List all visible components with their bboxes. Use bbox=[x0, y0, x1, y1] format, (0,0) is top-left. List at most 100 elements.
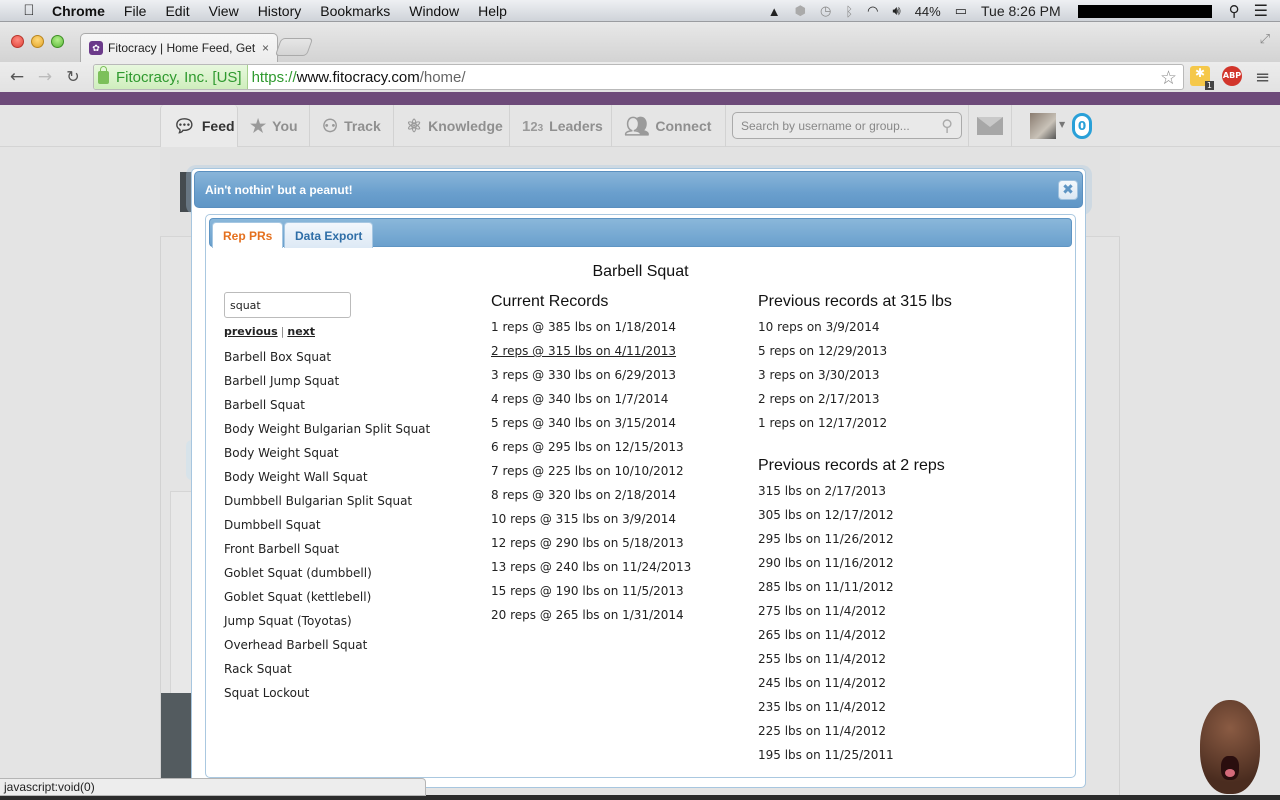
current-record-row[interactable]: 20 reps @ 265 lbs on 1/31/2014 bbox=[491, 603, 691, 627]
current-record-row[interactable]: 1 reps @ 385 lbs on 1/18/2014 bbox=[491, 315, 691, 339]
back-arrow-icon[interactable]: ← bbox=[7, 67, 27, 87]
dialog-body: Rep PRs Data Export Barbell Squat previo… bbox=[205, 214, 1076, 778]
battery-icon[interactable]: ▭ bbox=[955, 3, 967, 19]
exercise-list-item[interactable]: Goblet Squat (dumbbell) bbox=[224, 561, 430, 585]
bluetooth-icon[interactable]: ᛒ bbox=[845, 4, 853, 19]
spotlight-icon[interactable]: ⚲ bbox=[1229, 2, 1240, 20]
lock-icon bbox=[98, 65, 109, 84]
search-placeholder: Search by username or group... bbox=[741, 118, 910, 133]
fullscreen-icon[interactable]: ⤢ bbox=[1260, 32, 1270, 47]
next-link[interactable]: next bbox=[287, 325, 315, 338]
current-record-row[interactable]: 5 reps @ 340 lbs on 3/15/2014 bbox=[491, 411, 691, 435]
apple-menu-icon[interactable]:  bbox=[20, 2, 38, 19]
exercise-list-item[interactable]: Jump Squat (Toyotas) bbox=[224, 609, 430, 633]
extension-badge-count: 1 bbox=[1204, 81, 1214, 90]
dialog-titlebar[interactable]: Ain't nothin' but a peanut! ✖ bbox=[194, 171, 1083, 208]
current-record-row[interactable]: 12 reps @ 290 lbs on 5/18/2013 bbox=[491, 531, 691, 555]
exercise-list-item[interactable]: Rack Squat bbox=[224, 657, 430, 681]
exercise-search-input[interactable] bbox=[224, 292, 351, 318]
exercise-list-item[interactable]: Barbell Box Squat bbox=[224, 345, 430, 369]
google-drive-icon[interactable]: ▲ bbox=[768, 4, 781, 19]
tab-rep-prs[interactable]: Rep PRs bbox=[212, 222, 284, 248]
clock[interactable]: Tue 8:26 PM bbox=[981, 3, 1061, 19]
exercise-list-item[interactable]: Goblet Squat (kettlebell) bbox=[224, 585, 430, 609]
notification-count-badge[interactable]: 0 bbox=[1072, 113, 1092, 139]
exercise-list-item[interactable]: Body Weight Wall Squat bbox=[224, 465, 430, 489]
nav-you[interactable]: ★ You bbox=[238, 105, 310, 147]
exercise-list-item[interactable]: Front Barbell Squat bbox=[224, 537, 430, 561]
menu-help[interactable]: Help bbox=[478, 3, 507, 19]
messages-button[interactable] bbox=[968, 105, 1012, 147]
forward-arrow-icon[interactable]: → bbox=[35, 67, 55, 87]
menu-window[interactable]: Window bbox=[409, 3, 459, 19]
exercise-list-item[interactable]: Dumbbell Squat bbox=[224, 513, 430, 537]
menu-history[interactable]: History bbox=[258, 3, 302, 19]
ev-certificate-badge[interactable]: Fitocracy, Inc. [US] bbox=[94, 65, 248, 89]
window-minimize-button[interactable] bbox=[31, 35, 44, 48]
app-status-icon[interactable]: ⬢ bbox=[795, 3, 806, 19]
browser-tabstrip: ✿ Fitocracy | Home Feed, Get × ⤢ bbox=[0, 22, 1280, 62]
search-icon[interactable]: ⚲ bbox=[941, 116, 953, 136]
exercise-list-item[interactable]: Overhead Barbell Squat bbox=[224, 633, 430, 657]
chrome-menu-icon[interactable]: ≡ bbox=[1255, 67, 1270, 88]
exercise-list-item[interactable]: Dumbbell Bulgarian Split Squat bbox=[224, 489, 430, 513]
dialog-title: Ain't nothin' but a peanut! bbox=[205, 182, 353, 197]
nav-connect[interactable]: 👥︎ Connect bbox=[612, 105, 726, 147]
menu-app-chrome[interactable]: Chrome bbox=[52, 3, 105, 19]
previous-reps-record-row: 275 lbs on 11/4/2012 bbox=[758, 604, 887, 618]
extension-notes-icon[interactable]: ✱ 1 bbox=[1190, 66, 1214, 90]
current-record-row[interactable]: 2 reps @ 315 lbs on 4/11/2013 bbox=[491, 339, 691, 363]
adblock-plus-icon[interactable]: ABP bbox=[1222, 66, 1242, 86]
exercise-list-item[interactable]: Squat Lockout bbox=[224, 681, 430, 705]
ev-certificate-label: Fitocracy, Inc. [US] bbox=[116, 68, 242, 86]
user-group-search-input[interactable]: Search by username or group... ⚲ bbox=[732, 112, 962, 139]
current-record-row[interactable]: 10 reps @ 315 lbs on 3/9/2014 bbox=[491, 507, 691, 531]
tab-close-icon[interactable]: × bbox=[262, 41, 269, 55]
current-record-row[interactable]: 4 reps @ 340 lbs on 1/7/2014 bbox=[491, 387, 691, 411]
bookmark-star-icon[interactable]: ☆ bbox=[1160, 67, 1177, 90]
exercise-list-item[interactable]: Barbell Squat bbox=[224, 393, 430, 417]
previous-at-reps-heading: Previous records at 2 reps bbox=[758, 457, 945, 474]
current-record-row[interactable]: 6 reps @ 295 lbs on 12/15/2013 bbox=[491, 435, 691, 459]
wifi-icon[interactable]: ◠ bbox=[867, 3, 878, 19]
reload-icon[interactable]: ↻ bbox=[63, 67, 83, 86]
current-record-row[interactable]: 13 reps @ 240 lbs on 11/24/2013 bbox=[491, 555, 691, 579]
menubar-status-area: ▲ ⬢ ◷ ᛒ ◠ 🔊︎ 44% ▭ Tue 8:26 PM ⚲ ☰ bbox=[761, 0, 1280, 22]
current-record-row[interactable]: 3 reps @ 330 lbs on 6/29/2013 bbox=[491, 363, 691, 387]
url-text[interactable]: https://www.fitocracy.com/home/ bbox=[252, 69, 466, 86]
menu-bookmarks[interactable]: Bookmarks bbox=[320, 3, 390, 19]
exercise-list-item[interactable]: Body Weight Bulgarian Split Squat bbox=[224, 417, 430, 441]
address-bar[interactable]: Fitocracy, Inc. [US] https://www.fitocra… bbox=[93, 64, 1184, 90]
nav-leaders[interactable]: 123 Leaders bbox=[510, 105, 612, 147]
nav-track[interactable]: ⚇ Track bbox=[310, 105, 394, 147]
current-record-row[interactable]: 7 reps @ 225 lbs on 10/10/2012 bbox=[491, 459, 691, 483]
notification-center-icon[interactable]: ☰ bbox=[1254, 1, 1268, 21]
123-icon: 123 bbox=[522, 117, 544, 135]
user-avatar[interactable] bbox=[1030, 113, 1056, 139]
nav-leaders-label: Leaders bbox=[549, 118, 603, 134]
previous-reps-record-row: 235 lbs on 11/4/2012 bbox=[758, 700, 887, 714]
macos-menubar:  Chrome File Edit View History Bookmark… bbox=[0, 0, 1280, 22]
time-machine-icon[interactable]: ◷ bbox=[820, 3, 831, 19]
browser-tab-fitocracy[interactable]: ✿ Fitocracy | Home Feed, Get × bbox=[80, 33, 278, 62]
previous-link[interactable]: previous bbox=[224, 325, 278, 338]
menu-file[interactable]: File bbox=[124, 3, 147, 19]
previous-reps-record-row: 195 lbs on 11/25/2011 bbox=[758, 748, 894, 762]
tab-data-export[interactable]: Data Export bbox=[284, 222, 374, 248]
nav-knowledge[interactable]: ⚛ Knowledge bbox=[394, 105, 510, 147]
avatar-dropdown-caret-icon[interactable]: ▼ bbox=[1059, 120, 1065, 129]
exercise-list-item[interactable]: Barbell Jump Squat bbox=[224, 369, 430, 393]
previous-reps-record-row: 225 lbs on 11/4/2012 bbox=[758, 724, 887, 738]
new-tab-button[interactable] bbox=[274, 38, 314, 56]
volume-icon[interactable]: 🔊︎ bbox=[892, 3, 900, 19]
exercise-list-item[interactable]: Body Weight Squat bbox=[224, 441, 430, 465]
current-record-row[interactable]: 8 reps @ 320 lbs on 2/18/2014 bbox=[491, 483, 691, 507]
nav-feed[interactable]: 💬︎ Feed bbox=[160, 105, 238, 147]
current-record-row[interactable]: 15 reps @ 190 lbs on 11/5/2013 bbox=[491, 579, 691, 603]
close-icon[interactable]: ✖ bbox=[1058, 180, 1078, 200]
window-zoom-button[interactable] bbox=[51, 35, 64, 48]
menu-view[interactable]: View bbox=[209, 3, 239, 19]
previous-weight-record-row: 10 reps on 3/9/2014 bbox=[758, 320, 880, 334]
window-close-button[interactable] bbox=[11, 35, 24, 48]
menu-edit[interactable]: Edit bbox=[165, 3, 189, 19]
